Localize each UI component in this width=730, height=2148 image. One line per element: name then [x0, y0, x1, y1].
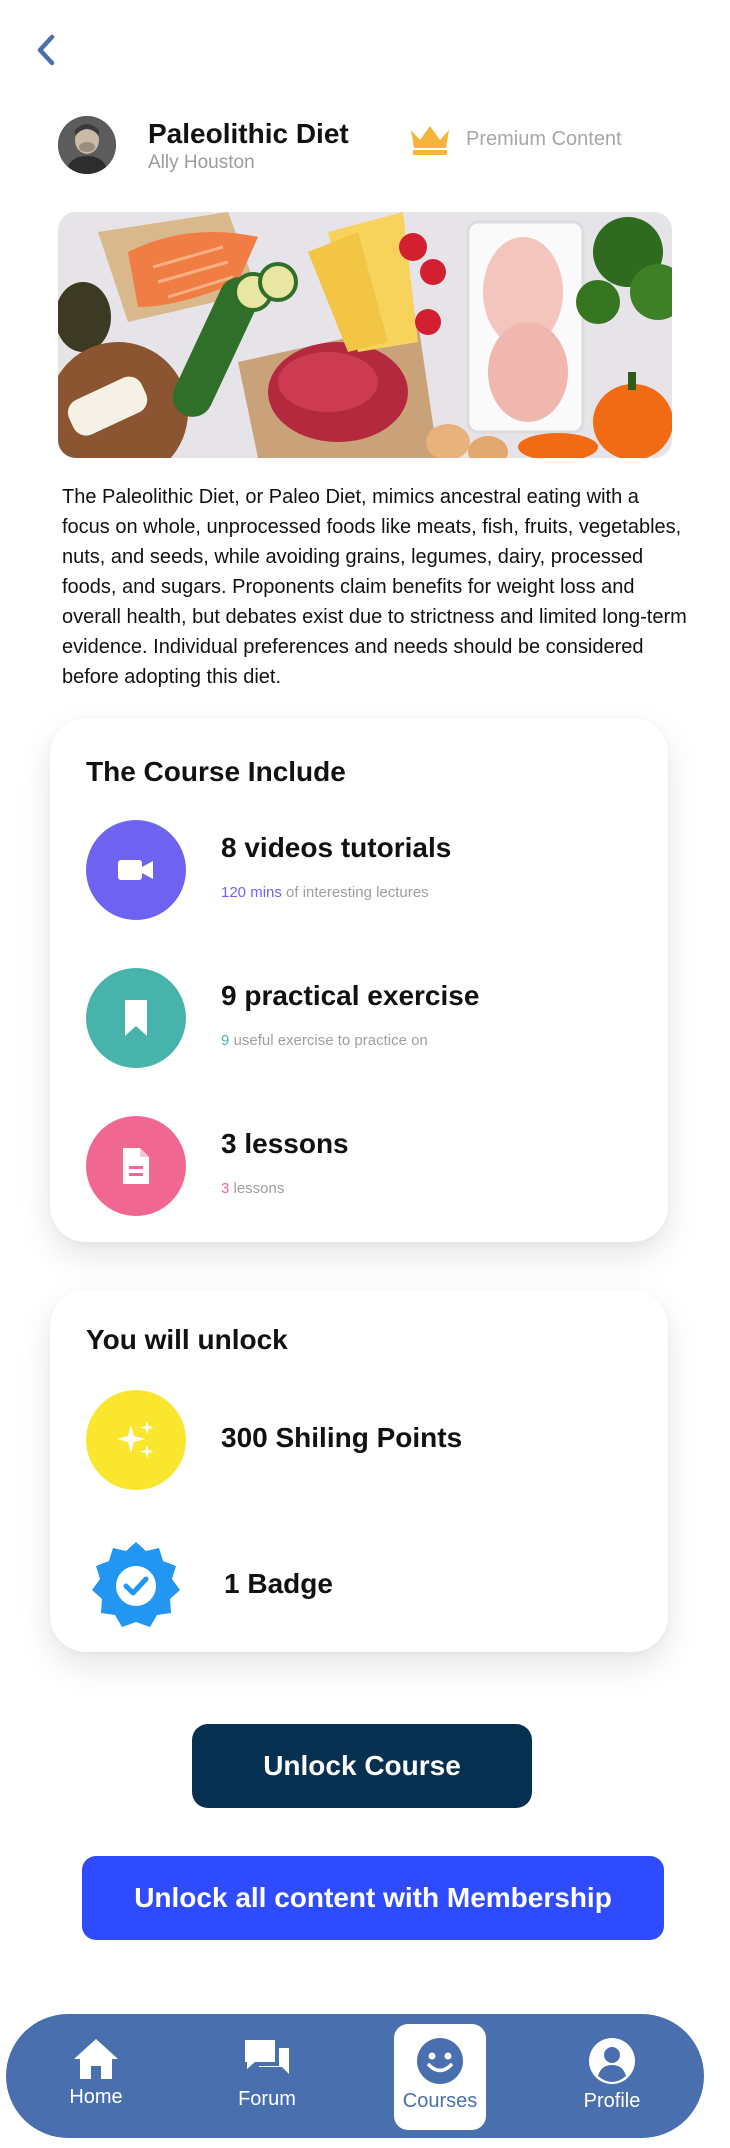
feature-videos-highlight: 120 mins: [221, 884, 282, 901]
video-camera-icon: [118, 860, 153, 880]
author-name[interactable]: Ally Houston: [148, 152, 255, 174]
nav-item-forum-label: Forum: [238, 2088, 296, 2110]
back-button[interactable]: [26, 28, 66, 72]
course-include-title: The Course Include: [86, 756, 346, 787]
smiley-icon: [417, 2038, 463, 2084]
avatar-photo: [58, 116, 116, 174]
course-header: Paleolithic Diet Ally Houston Premium Co…: [58, 114, 678, 176]
feature-lessons-subtitle: 3 lessons: [221, 1180, 284, 1197]
author-avatar[interactable]: [58, 116, 116, 174]
nav-item-home-label: Home: [69, 2086, 123, 2108]
feature-exercises-badge: [86, 968, 186, 1068]
feature-videos-title: 8 videos tutorials: [221, 832, 452, 863]
bookmark-icon: [125, 1000, 147, 1036]
reward-points: 300 Shiling Points: [86, 1390, 646, 1490]
forum-icon: [245, 2040, 289, 2074]
course-hero-image: [58, 212, 672, 458]
nav-item-forum[interactable]: Forum: [221, 2024, 313, 2130]
unlock-title: You will unlock: [86, 1324, 288, 1355]
nav-item-courses[interactable]: Courses: [394, 2024, 486, 2130]
unlock-course-button[interactable]: Unlock Course: [192, 1724, 532, 1808]
feature-lessons-rest: lessons: [229, 1180, 285, 1197]
nav-item-profile-label: Profile: [583, 2090, 641, 2112]
sparkles-icon: [117, 1421, 154, 1458]
feature-videos-rest: of interesting lectures: [281, 884, 429, 901]
bottom-navigation: Home Forum Courses Profile: [6, 2014, 704, 2138]
feature-exercises: 9 practical exercise 9 useful exercise t…: [86, 968, 646, 1068]
home-icon: [74, 2039, 118, 2079]
badge-check-icon: [92, 1542, 180, 1627]
reward-points-title: 300 Shiling Points: [221, 1422, 463, 1453]
course-description: The Paleolithic Diet, or Paleo Diet, mim…: [62, 486, 687, 688]
crown-icon: [411, 126, 449, 155]
nav-item-profile[interactable]: Profile: [566, 2024, 658, 2130]
feature-videos-badge: [86, 820, 186, 920]
document-icon: [123, 1148, 149, 1184]
reward-badge-title: 1 Badge: [224, 1568, 333, 1599]
chevron-left-icon: [37, 34, 55, 66]
nav-item-home[interactable]: Home: [50, 2024, 142, 2130]
feature-exercises-rest: useful exercise to practice on: [229, 1032, 428, 1049]
nav-item-courses-label: Courses: [402, 2090, 478, 2112]
feature-exercises-title: 9 practical exercise: [221, 980, 480, 1011]
course-include-card: The Course Include 8 videos tutorials 12…: [50, 718, 668, 1242]
premium-indicator: Premium Content: [408, 122, 622, 156]
reward-points-badge: [86, 1390, 186, 1490]
feature-videos: 8 videos tutorials 120 mins of interesti…: [86, 820, 646, 920]
food-illustration: [58, 212, 672, 458]
reward-badge: 1 Badge: [86, 1536, 646, 1636]
feature-videos-subtitle: 120 mins of interesting lectures: [221, 884, 429, 901]
premium-label: Premium Content: [466, 127, 622, 150]
profile-icon: [589, 2038, 635, 2084]
reward-badge-badge: [86, 1536, 186, 1636]
membership-button[interactable]: Unlock all content with Membership: [82, 1856, 664, 1940]
page-title: Paleolithic Diet: [148, 118, 349, 149]
feature-lessons-title: 3 lessons: [221, 1128, 349, 1159]
feature-lessons-badge: [86, 1116, 186, 1216]
unlock-rewards-card: You will unlock 300 Shiling Points 1 Bad…: [50, 1290, 668, 1652]
feature-lessons: 3 lessons 3 lessons: [86, 1116, 646, 1216]
feature-exercises-subtitle: 9 useful exercise to practice on: [221, 1032, 428, 1049]
